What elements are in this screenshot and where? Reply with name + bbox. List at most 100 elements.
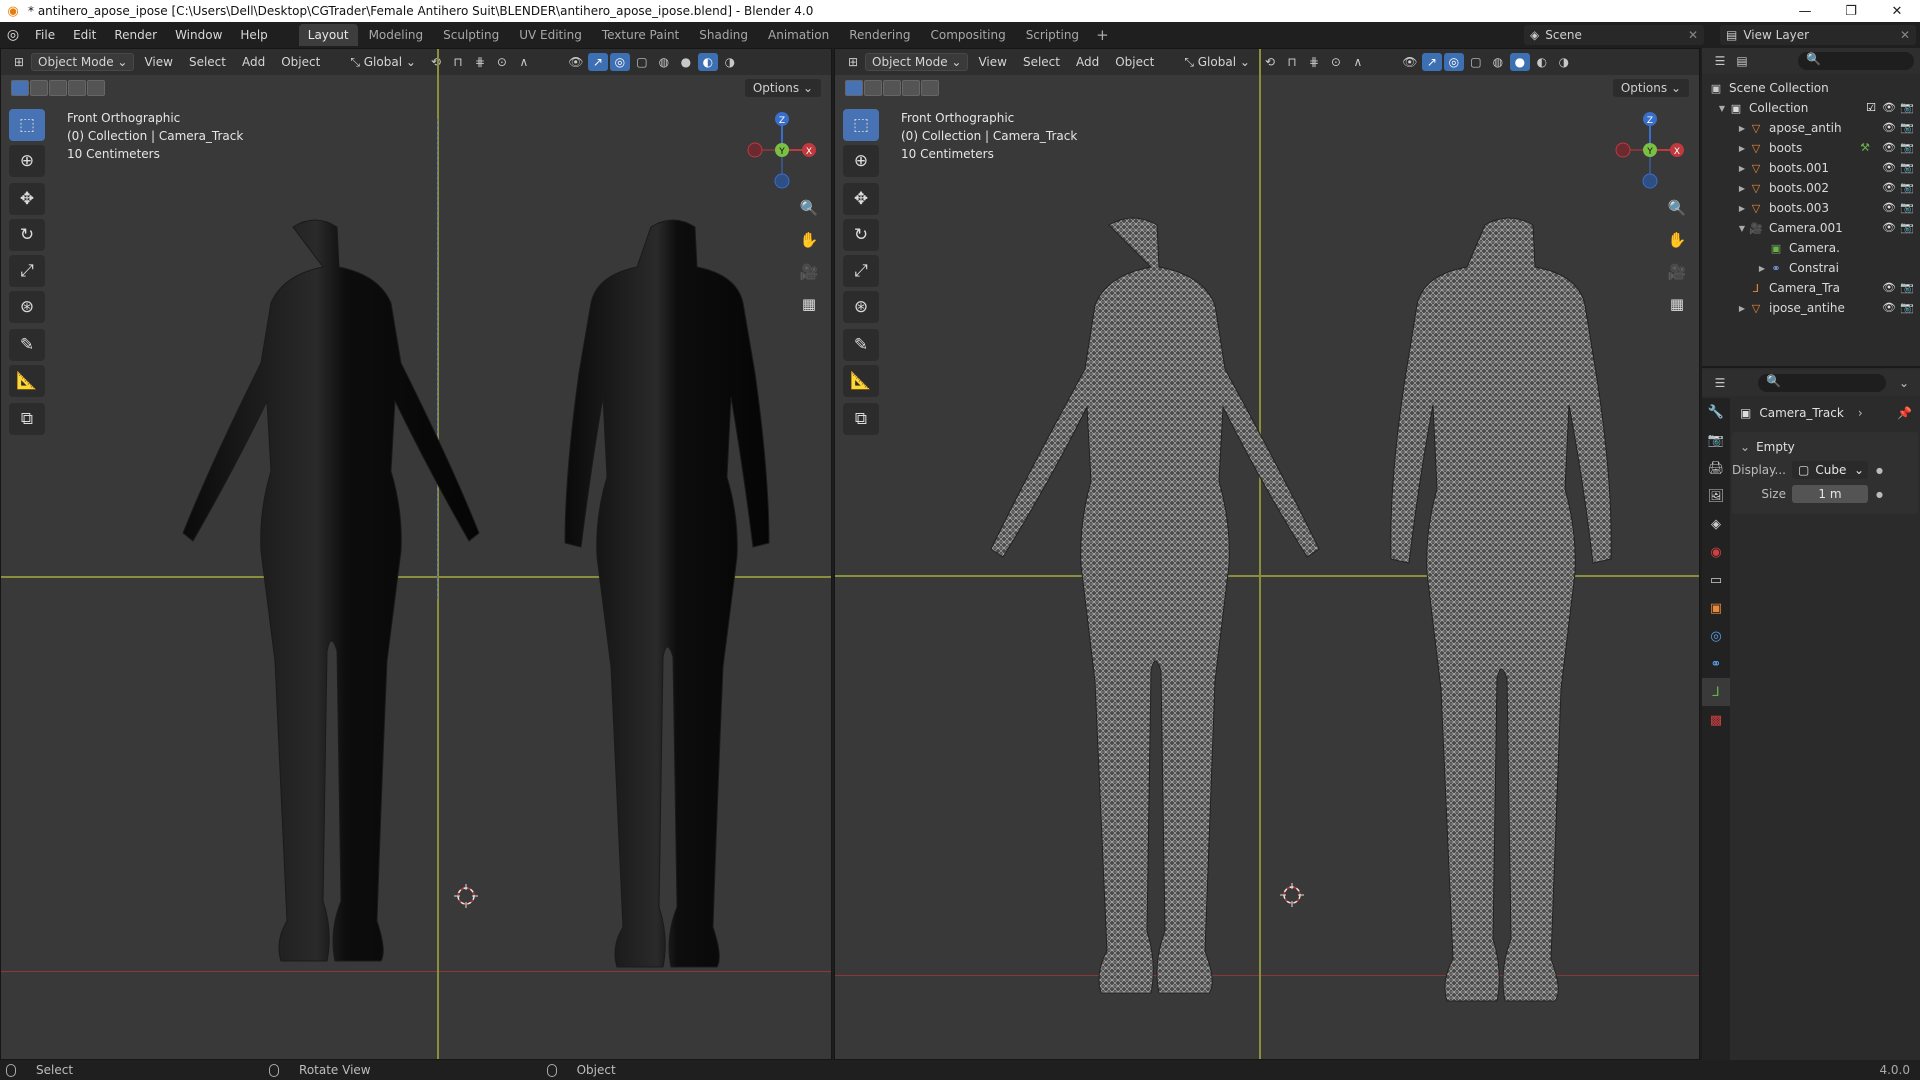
- tab-compositing[interactable]: Compositing: [921, 24, 1014, 46]
- tab-rendering[interactable]: Rendering: [840, 24, 919, 46]
- proportional-edit-icon[interactable]: ⊙: [1326, 53, 1346, 71]
- outliner-row-camera-data[interactable]: ▣ Camera.: [1702, 238, 1920, 258]
- render-camera-icon[interactable]: 📷: [1900, 201, 1914, 214]
- pin-icon[interactable]: 📌: [1897, 406, 1912, 420]
- eye-icon[interactable]: 👁: [1882, 141, 1896, 154]
- viewport-right[interactable]: ⊞ Object Mode ⌄ View Select Add Object ⤡…: [834, 48, 1700, 1060]
- render-tab-icon[interactable]: 📷: [1702, 426, 1730, 454]
- eye-icon[interactable]: 👁: [1882, 181, 1896, 194]
- select-new-icon[interactable]: [11, 80, 29, 96]
- shading-rendered-icon[interactable]: ◑: [1554, 53, 1574, 71]
- expand-arrow-icon[interactable]: ▶: [1736, 124, 1748, 133]
- empty-panel-header[interactable]: ⌄ Empty: [1732, 436, 1918, 458]
- shading-solid-icon[interactable]: ●: [1509, 53, 1530, 71]
- render-camera-icon[interactable]: 📷: [1900, 141, 1914, 154]
- outliner-scene-collection[interactable]: ▣ Scene Collection: [1702, 78, 1920, 98]
- render-camera-icon[interactable]: 📷: [1900, 301, 1914, 314]
- menu-add[interactable]: Add: [1070, 53, 1105, 71]
- tab-shading[interactable]: Shading: [690, 24, 757, 46]
- properties-search-input[interactable]: 🔍: [1758, 374, 1886, 392]
- gizmo-toggle-icon[interactable]: ↗: [587, 53, 608, 71]
- area-divider[interactable]: [1702, 366, 1920, 368]
- world-tab-icon[interactable]: ◉: [1702, 538, 1730, 566]
- shading-wireframe-icon[interactable]: ◍: [654, 53, 674, 71]
- tool-tab-icon[interactable]: 🔧: [1702, 398, 1730, 426]
- shading-material-icon[interactable]: ◐: [1532, 53, 1552, 71]
- checkbox-icon[interactable]: ☑: [1866, 101, 1876, 114]
- eye-icon[interactable]: 👁: [1882, 301, 1896, 314]
- transform-orientation-dropdown[interactable]: ⤡ Global ⌄: [1178, 53, 1256, 71]
- outliner-search-input[interactable]: 🔍: [1798, 52, 1914, 70]
- select-box-tool-icon[interactable]: ⬚: [9, 109, 45, 141]
- scene-tab-icon[interactable]: ◈: [1702, 510, 1730, 538]
- add-workspace-button[interactable]: +: [1088, 26, 1117, 44]
- chevron-down-icon[interactable]: ⌄: [1894, 374, 1914, 392]
- editor-type-icon[interactable]: ☰: [1710, 374, 1730, 392]
- proportional-edit-icon[interactable]: ⊙: [492, 53, 512, 71]
- overlay-toggle-icon[interactable]: ◎: [609, 53, 630, 71]
- object-tab-icon[interactable]: ▣: [1702, 594, 1730, 622]
- editor-type-icon[interactable]: ☰: [1710, 52, 1730, 70]
- visibility-icon[interactable]: 👁: [566, 53, 586, 71]
- expand-arrow-icon[interactable]: ▶: [1756, 264, 1768, 273]
- menu-object[interactable]: Object: [1109, 53, 1160, 71]
- size-field[interactable]: 1 m: [1792, 485, 1868, 503]
- render-camera-icon[interactable]: 📷: [1900, 121, 1914, 134]
- expand-arrow-icon[interactable]: ▶: [1736, 304, 1748, 313]
- outliner-row-boots-003[interactable]: ▶ ▽ boots.003 👁 📷: [1702, 198, 1920, 218]
- menu-object[interactable]: Object: [275, 53, 326, 71]
- outliner-row-camera-001[interactable]: ▼ 🎥 Camera.001 👁 📷: [1702, 218, 1920, 238]
- render-camera-icon[interactable]: 📷: [1900, 161, 1914, 174]
- shading-wireframe-icon[interactable]: ◍: [1488, 53, 1508, 71]
- tab-texture-paint[interactable]: Texture Paint: [593, 24, 688, 46]
- constraints-tab-icon[interactable]: ⚭: [1702, 650, 1730, 678]
- snap-icon[interactable]: ⊓: [448, 53, 468, 71]
- eye-icon[interactable]: 👁: [1882, 121, 1896, 134]
- eye-icon[interactable]: 👁: [1882, 101, 1896, 114]
- close-icon[interactable]: ✕: [1900, 28, 1910, 42]
- expand-arrow-icon[interactable]: ▶: [1736, 144, 1748, 153]
- menu-select[interactable]: Select: [183, 53, 232, 71]
- falloff-icon[interactable]: ∧: [1348, 53, 1368, 71]
- close-button[interactable]: ✕: [1874, 0, 1920, 22]
- minimize-button[interactable]: —: [1782, 0, 1828, 22]
- menu-edit[interactable]: Edit: [64, 28, 105, 42]
- menu-select[interactable]: Select: [1017, 53, 1066, 71]
- visibility-icon[interactable]: 👁: [1400, 53, 1420, 71]
- tab-sculpting[interactable]: Sculpting: [434, 24, 508, 46]
- menu-window[interactable]: Window: [166, 28, 231, 42]
- pivot-icon[interactable]: ⟲: [1260, 53, 1280, 71]
- options-dropdown[interactable]: Options ⌄: [744, 79, 821, 97]
- keyframe-dot-icon[interactable]: ●: [1876, 466, 1883, 475]
- tab-animation[interactable]: Animation: [759, 24, 838, 46]
- mode-dropdown[interactable]: Object Mode ⌄: [31, 53, 135, 71]
- select-subtract-icon[interactable]: [883, 80, 901, 96]
- pivot-icon[interactable]: ⟲: [426, 53, 446, 71]
- expand-arrow-icon[interactable]: ▶: [1736, 204, 1748, 213]
- shading-solid-icon[interactable]: ●: [676, 53, 696, 71]
- shading-rendered-icon[interactable]: ◑: [720, 53, 740, 71]
- outliner-row-ipose[interactable]: ▶ ▽ ipose_antihe 👁 📷: [1702, 298, 1920, 318]
- xray-icon[interactable]: ▢: [632, 53, 652, 71]
- collapse-arrow-icon[interactable]: ▼: [1736, 224, 1748, 233]
- select-extend-icon[interactable]: [30, 80, 48, 96]
- view-layer-selector[interactable]: ▤ View Layer ✕: [1720, 25, 1916, 45]
- outliner-row-boots-001[interactable]: ▶ ▽ boots.001 👁 📷: [1702, 158, 1920, 178]
- outliner-collection[interactable]: ▼ ▣ Collection ☑ 👁 📷: [1702, 98, 1920, 118]
- menu-file[interactable]: File: [26, 28, 64, 42]
- tab-layout[interactable]: Layout: [298, 24, 358, 46]
- transform-orientation-dropdown[interactable]: ⤡ Global ⌄: [344, 53, 422, 71]
- editor-type-icon[interactable]: ⊞: [9, 53, 29, 71]
- 3d-cursor-icon[interactable]: [454, 884, 478, 908]
- select-extend-icon[interactable]: [864, 80, 882, 96]
- physics-tab-icon[interactable]: ◎: [1702, 622, 1730, 650]
- options-dropdown[interactable]: Options ⌄: [1612, 79, 1689, 97]
- maximize-button[interactable]: ❐: [1828, 0, 1874, 22]
- snap-target-icon[interactable]: ⋕: [1304, 53, 1324, 71]
- menu-help[interactable]: Help: [231, 28, 276, 42]
- cursor-tool-icon[interactable]: ⊕: [9, 145, 45, 177]
- expand-arrow-icon[interactable]: ▼: [1716, 104, 1728, 113]
- display-as-dropdown[interactable]: ▢ Cube ⌄: [1792, 461, 1868, 479]
- tab-uv-editing[interactable]: UV Editing: [510, 24, 591, 46]
- keyframe-dot-icon[interactable]: ●: [1876, 490, 1883, 499]
